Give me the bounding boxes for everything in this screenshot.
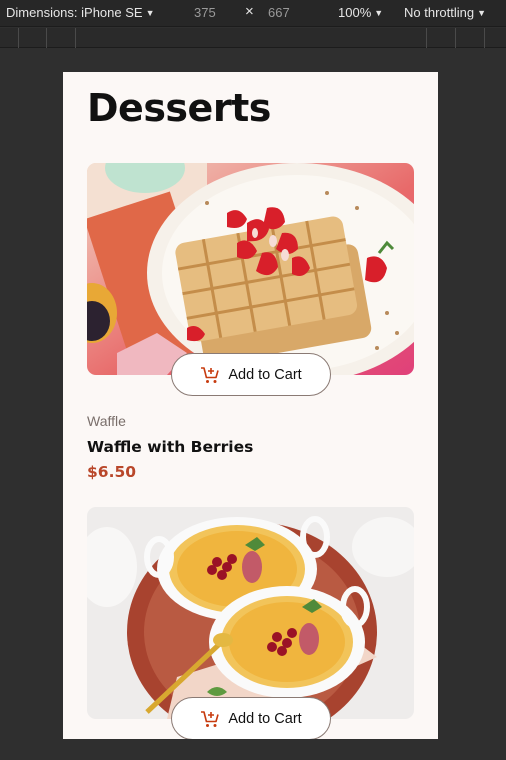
waffle-illustration [87,163,414,375]
times-icon: × [245,3,254,20]
device-viewport: Desserts Add to Cart Waffle Waffle with … [63,72,438,739]
add-to-cart-label: Add to Cart [228,366,302,383]
add-to-cart-button[interactable]: Add to Cart [171,697,331,739]
zoom-select[interactable]: 100% ▼ [338,5,383,20]
page-title: Desserts [87,86,271,130]
zoom-label: 100% [338,5,372,20]
width-input[interactable]: 375 [194,5,216,20]
devtools-toolbar: Dimensions: iPhone SE ▼ 375 × 667 100% ▼ N… [0,0,506,27]
chevron-down-icon: ▼ [374,8,384,18]
product-category: Waffle [87,413,126,429]
add-to-cart-button[interactable]: Add to Cart [171,353,331,396]
product-price: $6.50 [87,463,137,481]
product-image-creme-brulee [87,507,414,719]
cart-plus-icon [201,366,220,383]
device-select[interactable]: Dimensions: iPhone SE ▼ [6,5,155,20]
height-input[interactable]: 667 [268,5,290,20]
chevron-down-icon: ▼ [145,8,155,18]
throttling-label: No throttling [404,5,475,20]
product-image-waffle [87,163,414,375]
product-name: Waffle with Berries [87,438,254,456]
chevron-down-icon: ▼ [477,8,487,18]
cart-plus-icon [201,710,220,727]
media-query-ruler [0,28,506,48]
throttling-select[interactable]: No throttling ▼ [404,5,486,20]
add-to-cart-label: Add to Cart [228,710,302,727]
creme-brulee-illustration [87,507,414,719]
device-label: Dimensions: iPhone SE [6,5,143,20]
